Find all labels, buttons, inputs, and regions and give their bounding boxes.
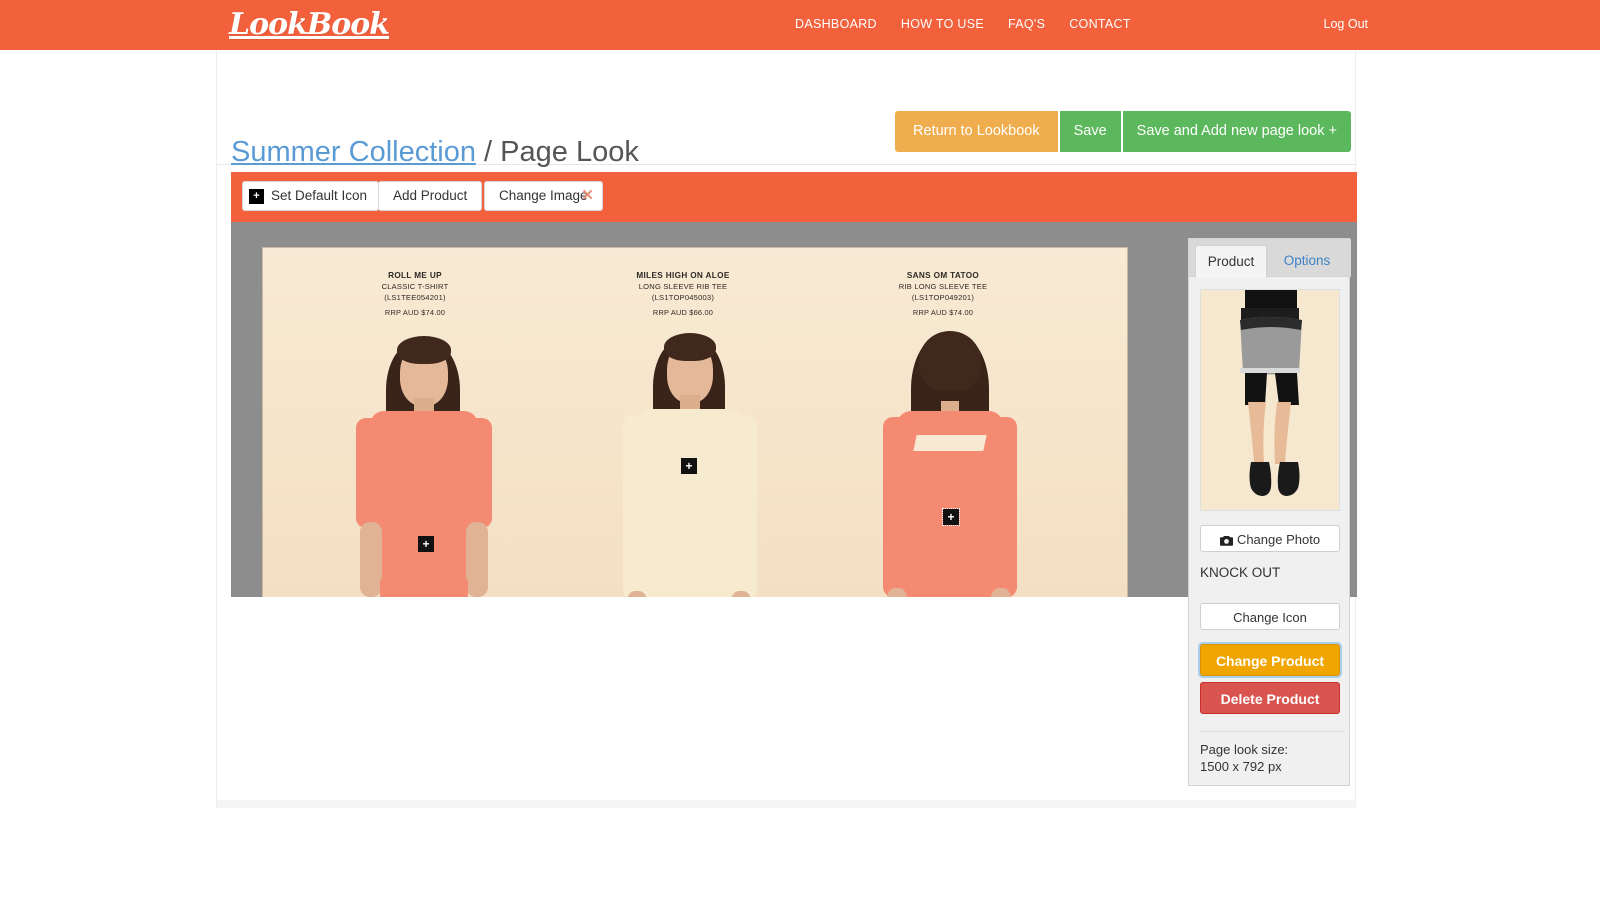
change-icon-button[interactable]: Change Icon	[1200, 603, 1340, 630]
nav-link-contact[interactable]: CONTACT	[1069, 14, 1131, 34]
return-to-lookbook-button[interactable]: Return to Lookbook	[895, 111, 1058, 152]
product-name: MILES HIGH ON ALOE	[593, 270, 773, 282]
page-look-size-value: 1500 x 792 px	[1200, 758, 1345, 775]
breadcrumb-collection-link[interactable]: Summer Collection	[231, 136, 476, 168]
model-figure-left: +	[308, 326, 538, 597]
add-product-button[interactable]: Add Product	[378, 181, 482, 211]
editor-toolbar: + Set Default Icon Add Product Change Im…	[231, 172, 1357, 222]
tab-product[interactable]: Product	[1195, 245, 1267, 278]
page-look-canvas[interactable]: ROLL ME UP CLASSIC T-SHIRT (LS1TEE054201…	[262, 247, 1128, 597]
product-caption: ROLL ME UP CLASSIC T-SHIRT (LS1TEE054201…	[335, 270, 495, 319]
knockout-region	[913, 435, 986, 451]
nav-link-dashboard[interactable]: DASHBOARD	[795, 14, 877, 34]
plus-icon: +	[249, 189, 264, 204]
save-button[interactable]: Save	[1060, 111, 1121, 152]
product-caption: MILES HIGH ON ALOE LONG SLEEVE RIB TEE (…	[593, 270, 773, 319]
logout-link[interactable]: Log Out	[1324, 14, 1368, 34]
product-price: RRP AUD $74.00	[853, 308, 1033, 319]
page-look-size-info: Page look size: 1500 x 792 px	[1200, 731, 1345, 775]
nav-link-how-to-use[interactable]: HOW TO USE	[901, 14, 984, 34]
product-type: LONG SLEEVE RIB TEE	[593, 282, 773, 293]
lookbook-logo[interactable]: LookBook	[229, 6, 389, 44]
product-caption: SANS OM TATOO RIB LONG SLEEVE TEE (LS1TO…	[853, 270, 1033, 319]
change-photo-label: Change Photo	[1237, 532, 1320, 547]
product-hotspot-marker[interactable]: +	[418, 536, 434, 552]
product-sku: (LS1TOP045003)	[593, 293, 773, 304]
product-type: RIB LONG SLEEVE TEE	[853, 282, 1033, 293]
delete-product-button[interactable]: Delete Product	[1200, 682, 1340, 714]
camera-icon	[1220, 529, 1233, 554]
product-name-label: KNOCK OUT	[1200, 564, 1280, 582]
page-footer	[216, 800, 1356, 808]
change-product-button[interactable]: Change Product	[1200, 644, 1340, 676]
top-navigation-bar: LookBook DASHBOARD HOW TO USE FAQ'S CONT…	[0, 0, 1600, 50]
page-header-row: Summer Collection / Page Look Return to …	[217, 107, 1357, 165]
product-side-panel: Product Options Change Photo	[1188, 238, 1350, 786]
breadcrumb-separator: /	[476, 136, 500, 168]
product-name: ROLL ME UP	[335, 270, 495, 282]
product-name: SANS OM TATOO	[853, 270, 1033, 282]
set-default-icon-label: Set Default Icon	[271, 188, 367, 204]
set-default-icon-button[interactable]: + Set Default Icon	[242, 181, 379, 211]
page-container: Summer Collection / Page Look Return to …	[216, 50, 1356, 800]
page-look-size-label: Page look size:	[1200, 741, 1345, 758]
main-nav-links: DASHBOARD HOW TO USE FAQ'S CONTACT	[795, 14, 1131, 34]
product-sku: (LS1TOP049201)	[853, 293, 1033, 304]
product-hotspot-marker[interactable]: +	[681, 458, 697, 474]
product-thumbnail[interactable]	[1200, 289, 1340, 511]
product-price: RRP AUD $66.00	[593, 308, 773, 319]
product-photo-shorts	[1201, 290, 1339, 510]
product-sku: (LS1TEE054201)	[335, 293, 495, 304]
page-title: Summer Collection / Page Look	[231, 134, 639, 170]
tab-options[interactable]: Options	[1271, 245, 1343, 278]
product-hotspot-marker-selected[interactable]: +	[943, 509, 959, 525]
change-photo-button[interactable]: Change Photo	[1200, 525, 1340, 552]
product-type: CLASSIC T-SHIRT	[335, 282, 495, 293]
breadcrumb-current: Page Look	[500, 136, 639, 168]
page-action-buttons: Return to Lookbook Save Save and Add new…	[895, 111, 1351, 152]
side-panel-tabs: Product Options	[1189, 239, 1351, 277]
save-and-add-page-look-button[interactable]: Save and Add new page look +	[1123, 111, 1351, 152]
model-figure-right: +	[833, 323, 1063, 597]
nav-link-faqs[interactable]: FAQ'S	[1008, 14, 1045, 34]
product-price: RRP AUD $74.00	[335, 308, 495, 319]
model-figure-center: +	[573, 323, 803, 597]
close-icon[interactable]: ×	[582, 186, 593, 205]
